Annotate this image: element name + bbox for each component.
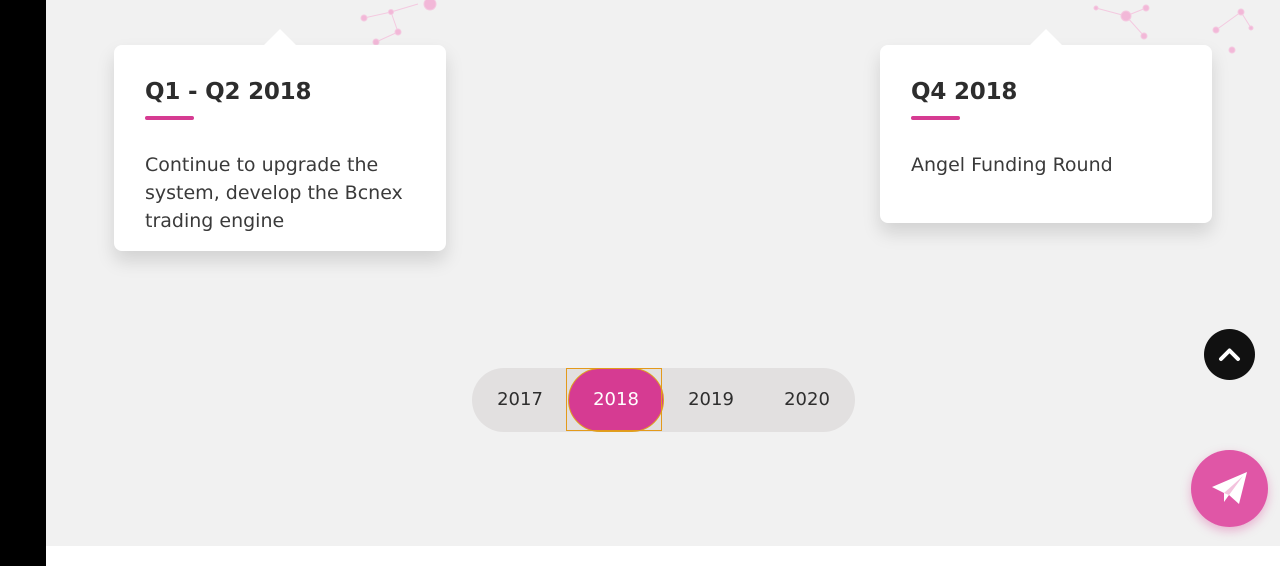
year-tabs: 2017 2018 2019 2020 — [472, 368, 855, 432]
title-underline — [145, 116, 194, 120]
timeline-card-q4: Q4 2018 Angel Funding Round — [880, 29, 1212, 223]
year-tab-2017[interactable]: 2017 — [472, 368, 568, 432]
page-footer-strip — [46, 546, 1280, 566]
year-tab-2020[interactable]: 2020 — [759, 368, 855, 432]
left-black-bar — [0, 0, 46, 566]
card-title: Q1 - Q2 2018 — [145, 79, 312, 105]
scroll-to-top-button[interactable] — [1204, 329, 1255, 380]
year-tab-2019[interactable]: 2019 — [663, 368, 759, 432]
chevron-up-icon — [1219, 348, 1240, 361]
timeline-card-q1-q2: Q1 - Q2 2018 Continue to upgrade the sys… — [114, 29, 446, 251]
title-underline — [911, 116, 960, 120]
telegram-button[interactable] — [1191, 450, 1268, 527]
roadmap-section: Q1 - Q2 2018 Continue to upgrade the sys… — [46, 0, 1280, 546]
card-description: Angel Funding Round — [911, 154, 1113, 176]
card-description: Continue to upgrade the system, develop … — [145, 154, 403, 232]
year-tab-2018[interactable]: 2018 — [568, 368, 664, 432]
card-title: Q4 2018 — [911, 79, 1018, 105]
telegram-icon — [1212, 472, 1247, 504]
